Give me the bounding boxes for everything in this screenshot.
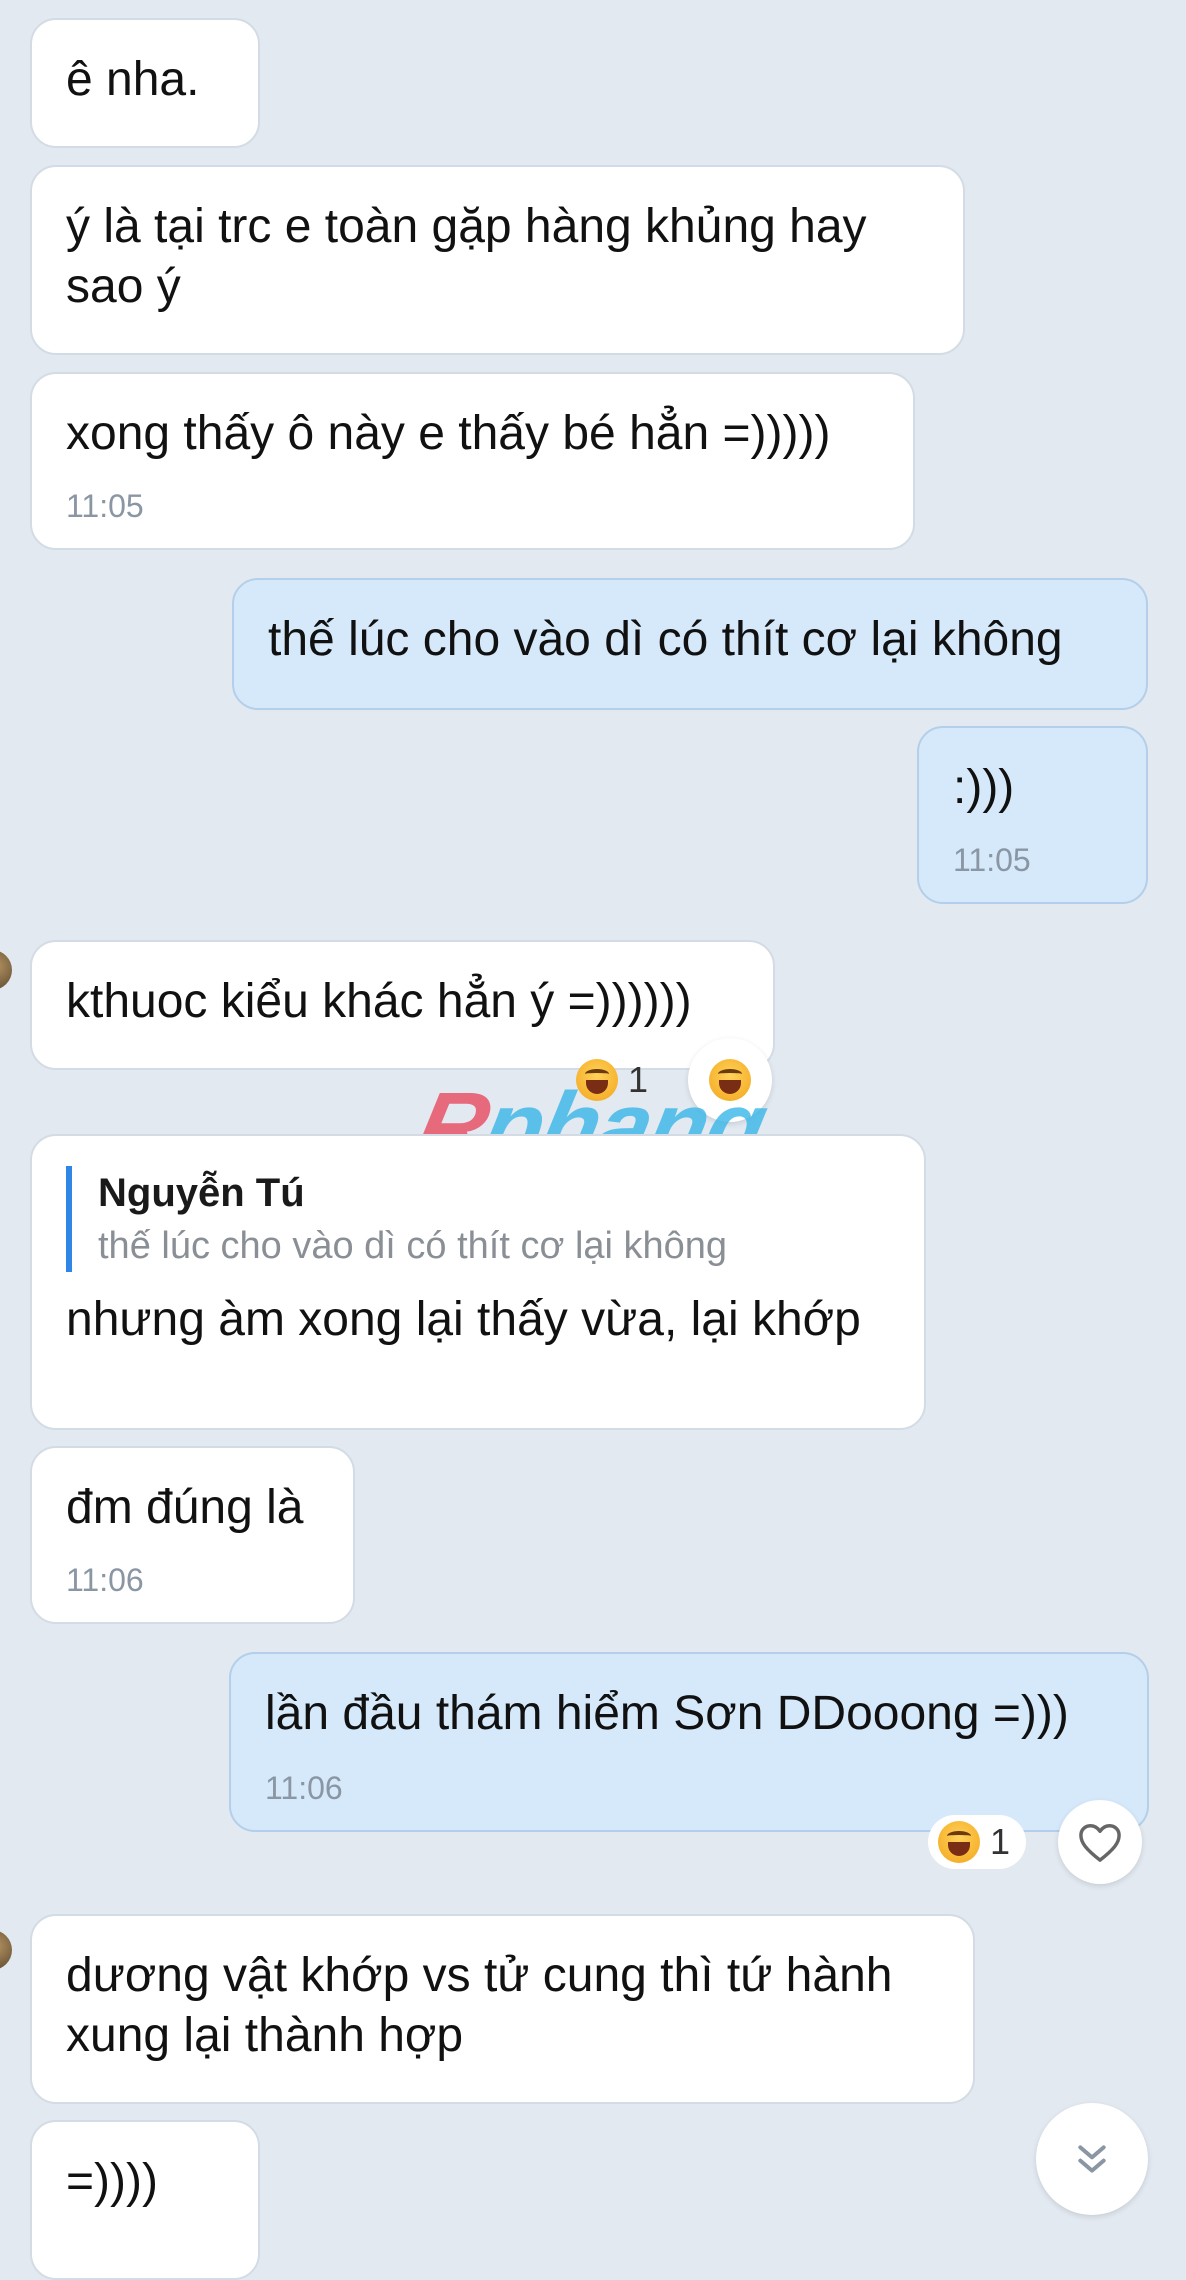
- message-text: dương vật khớp vs tử cung thì tứ hành xu…: [66, 1949, 893, 2062]
- message-text: nhưng àm xong lại thấy vừa, lại khớp: [66, 1293, 861, 1346]
- quote-author: Nguyễn Tú: [98, 1171, 305, 1215]
- message-bubble-received[interactable]: =)))): [30, 2120, 260, 2280]
- message-text: kthuoc kiểu khác hẳn ý =)))))): [66, 975, 692, 1028]
- message-bubble-received[interactable]: xong thấy ô này e thấy bé hẳn =))))) 11:…: [30, 372, 915, 550]
- message-bubble-sent[interactable]: :))) 11:05: [917, 726, 1148, 904]
- message-bubble-received[interactable]: kthuoc kiểu khác hẳn ý =)))))): [30, 940, 775, 1070]
- scroll-to-bottom-button[interactable]: [1036, 2103, 1148, 2215]
- reply-quote[interactable]: Nguyễn Tú thế lúc cho vào dì có thít cơ …: [66, 1166, 890, 1272]
- message-text: xong thấy ô này e thấy bé hẳn =))))): [66, 407, 831, 460]
- message-bubble-received[interactable]: đm đúng là 11:06: [30, 1446, 355, 1624]
- message-text: ê nha.: [66, 53, 200, 106]
- like-button[interactable]: [1058, 1800, 1142, 1884]
- message-timestamp: 11:05: [953, 842, 1031, 878]
- message-bubble-sent[interactable]: lần đầu thám hiểm Sơn DDooong =))) 11:06: [229, 1652, 1149, 1832]
- message-bubble-received[interactable]: dương vật khớp vs tử cung thì tứ hành xu…: [30, 1914, 975, 2104]
- message-text: :))): [953, 761, 1015, 814]
- heart-icon: [1079, 1824, 1121, 1862]
- message-bubble-sent[interactable]: thế lúc cho vào dì có thít cơ lại không: [232, 578, 1148, 710]
- quote-text: thế lúc cho vào dì có thít cơ lại không: [98, 1225, 728, 1267]
- message-bubble-received[interactable]: Nguyễn Tú thế lúc cho vào dì có thít cơ …: [30, 1134, 926, 1430]
- message-timestamp: 11:06: [265, 1770, 343, 1806]
- message-bubble-received[interactable]: ý là tại trc e toàn gặp hàng khủng hay s…: [30, 165, 965, 355]
- message-timestamp: 11:05: [66, 488, 144, 524]
- message-text: lần đầu thám hiểm Sơn DDooong =))): [265, 1687, 1069, 1740]
- sender-avatar[interactable]: [0, 1930, 12, 1970]
- reaction-count-badge[interactable]: 1: [928, 1815, 1027, 1869]
- message-text: đm đúng là: [66, 1481, 304, 1534]
- sender-avatar[interactable]: [0, 950, 12, 990]
- message-text: thế lúc cho vào dì có thít cơ lại không: [268, 613, 1063, 666]
- message-timestamp: 11:06: [66, 1562, 144, 1598]
- reaction-count: 1: [990, 1821, 1011, 1862]
- message-text: ý là tại trc e toàn gặp hàng khủng hay s…: [66, 200, 867, 313]
- laughing-face-icon: [938, 1821, 980, 1863]
- message-text: =)))): [66, 2155, 158, 2208]
- double-chevron-down-icon: [1078, 2145, 1106, 2173]
- message-bubble-received[interactable]: ê nha.: [30, 18, 260, 148]
